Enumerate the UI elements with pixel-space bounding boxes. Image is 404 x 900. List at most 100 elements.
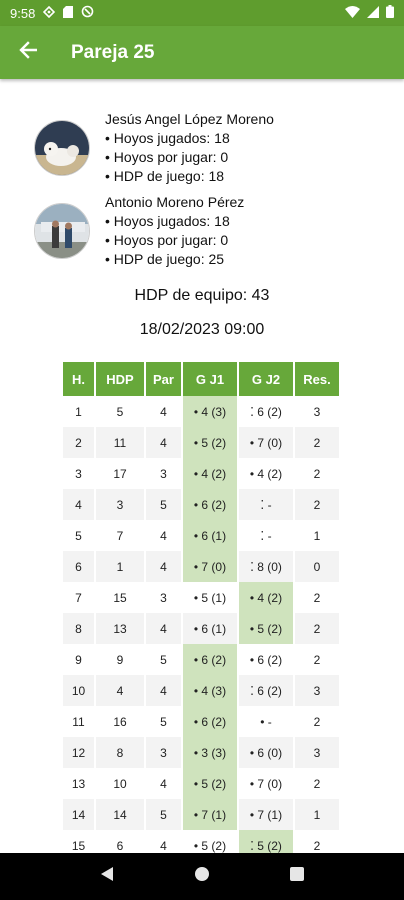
cell-gj2: • - [238, 706, 295, 737]
table-row: 13 10 4 • 5 (2) • 7 (0) 2 [63, 768, 341, 799]
cell-hole: 10 [63, 675, 96, 706]
table-row: 8 13 4 • 6 (1) • 5 (2) 2 [63, 613, 341, 644]
battery-icon [386, 5, 394, 21]
cell-hole: 12 [63, 737, 96, 768]
cell-result: 2 [294, 582, 341, 613]
cell-gj1: • 5 (1) [182, 582, 239, 613]
cell-par: 3 [145, 458, 183, 489]
table-row: 9 9 5 • 6 (2) • 6 (2) 2 [63, 644, 341, 675]
cell-gj2: • 7 (0) [238, 427, 295, 458]
cell-par: 5 [145, 489, 183, 520]
cell-result: 3 [294, 396, 341, 427]
cell-hole: 2 [63, 427, 96, 458]
cell-hole: 5 [63, 520, 96, 551]
nav-recents-icon[interactable] [290, 867, 304, 886]
table-row: 7 15 3 • 5 (1) • 4 (2) 2 [63, 582, 341, 613]
cell-hole: 1 [63, 396, 96, 427]
cell-par: 4 [145, 613, 183, 644]
table-row: 10 4 4 • 4 (3) ⁚ 6 (2) 3 [63, 675, 341, 706]
table-row: 15 6 4 • 5 (2) ⁚ 5 (2) 2 [63, 830, 341, 853]
cell-hdp: 15 [95, 582, 146, 613]
avatar [34, 203, 90, 259]
cell-hole: 11 [63, 706, 96, 737]
cell-hdp: 14 [95, 799, 146, 830]
cell-result: 3 [294, 737, 341, 768]
table-row: 5 7 4 • 6 (1) ⁚ -1 [63, 520, 341, 551]
cell-gj1: • 4 (2) [182, 458, 239, 489]
cell-hole: 15 [63, 830, 96, 853]
app-bar: Pareja 25 [0, 26, 404, 79]
cell-result: 2 [294, 489, 341, 520]
cell-par: 4 [145, 520, 183, 551]
cell-gj2: ⁚ - [238, 489, 295, 520]
cell-gj1: • 4 (3) [182, 675, 239, 706]
table-row: 2 11 4 • 5 (2) • 7 (0) 2 [63, 427, 341, 458]
cell-gj1: • 6 (2) [182, 644, 239, 675]
table-row: 4 3 5 • 6 (2) ⁚ -2 [63, 489, 341, 520]
player-card-2: Antonio Moreno Pérez • Hoyos jugados: 18… [34, 193, 244, 269]
location-icon [43, 5, 56, 21]
cell-result: 0 [294, 551, 341, 582]
column-header-gj1: G J1 [182, 362, 239, 396]
cell-par: 4 [145, 551, 183, 582]
cell-result: 2 [294, 613, 341, 644]
cell-hdp: 4 [95, 675, 146, 706]
cell-gj2: ⁚ 6 (2) [238, 675, 295, 706]
holes-remaining: • Hoyos por jugar: 0 [105, 232, 229, 248]
cell-gj1: • 5 (2) [182, 427, 239, 458]
cell-par: 5 [145, 799, 183, 830]
nav-back-icon[interactable] [100, 866, 114, 887]
cell-gj2: • 7 (1) [238, 799, 295, 830]
column-header-result: Res. [294, 362, 341, 396]
scorecard-table: H. HDP Par G J1 G J2 Res. 1 5 4 • 4 (3) ⁚ 6 … [63, 362, 341, 853]
holes-remaining: • Hoyos por jugar: 0 [105, 149, 229, 165]
cell-result: 1 [294, 799, 341, 830]
cell-gj2: ⁚ 6 (2) [238, 396, 295, 427]
holes-played: • Hoyos jugados: 18 [105, 213, 230, 229]
cell-hole: 6 [63, 551, 96, 582]
cell-hdp: 3 [95, 489, 146, 520]
cell-gj1: • 6 (1) [182, 520, 239, 551]
cell-hdp: 16 [95, 706, 146, 737]
cell-gj1: • 4 (3) [182, 396, 239, 427]
cell-gj2: • 5 (2) [238, 613, 295, 644]
sync-icon [81, 5, 94, 21]
cell-result: 2 [294, 644, 341, 675]
cell-gj2: • 4 (2) [238, 458, 295, 489]
cell-gj2: ⁚ - [238, 520, 295, 551]
cell-hole: 9 [63, 644, 96, 675]
cell-result: 2 [294, 768, 341, 799]
cell-par: 4 [145, 427, 183, 458]
player-hdp: • HDP de juego: 18 [105, 168, 225, 184]
table-row: 14 14 5 • 7 (1) • 7 (1) 1 [63, 799, 341, 830]
cell-hole: 4 [63, 489, 96, 520]
system-nav-bar [0, 853, 404, 900]
cell-par: 4 [145, 675, 183, 706]
column-header-gj2: G J2 [238, 362, 295, 396]
back-button[interactable] [0, 26, 56, 79]
nav-home-icon[interactable] [194, 866, 210, 887]
cell-hdp: 17 [95, 458, 146, 489]
cell-hole: 8 [63, 613, 96, 644]
cell-gj2: • 6 (0) [238, 737, 295, 768]
cell-gj1: • 6 (2) [182, 489, 239, 520]
sd-card-icon [63, 5, 74, 21]
player-hdp: • HDP de juego: 25 [105, 251, 225, 267]
table-header-row: H. HDP Par G J1 G J2 Res. [63, 362, 341, 396]
cell-gj1: • 5 (2) [182, 768, 239, 799]
cell-hdp: 1 [95, 551, 146, 582]
player-card-1: Jesús Angel López Moreno • Hoyos jugados… [34, 110, 274, 186]
cell-gj2: • 7 (0) [238, 768, 295, 799]
player-name: Antonio Moreno Pérez [105, 194, 245, 210]
cell-hdp: 7 [95, 520, 146, 551]
cell-result: 3 [294, 675, 341, 706]
cell-gj1: • 7 (1) [182, 799, 239, 830]
cell-gj2: ⁚ 5 (2) [238, 830, 295, 853]
cell-gj1: • 6 (1) [182, 613, 239, 644]
status-time: 9:58 [10, 5, 36, 21]
holes-played: • Hoyos jugados: 18 [105, 130, 230, 146]
cell-par: 4 [145, 396, 183, 427]
cell-hole: 7 [63, 582, 96, 613]
cell-hdp: 9 [95, 644, 146, 675]
cell-gj1: • 5 (2) [182, 830, 239, 853]
